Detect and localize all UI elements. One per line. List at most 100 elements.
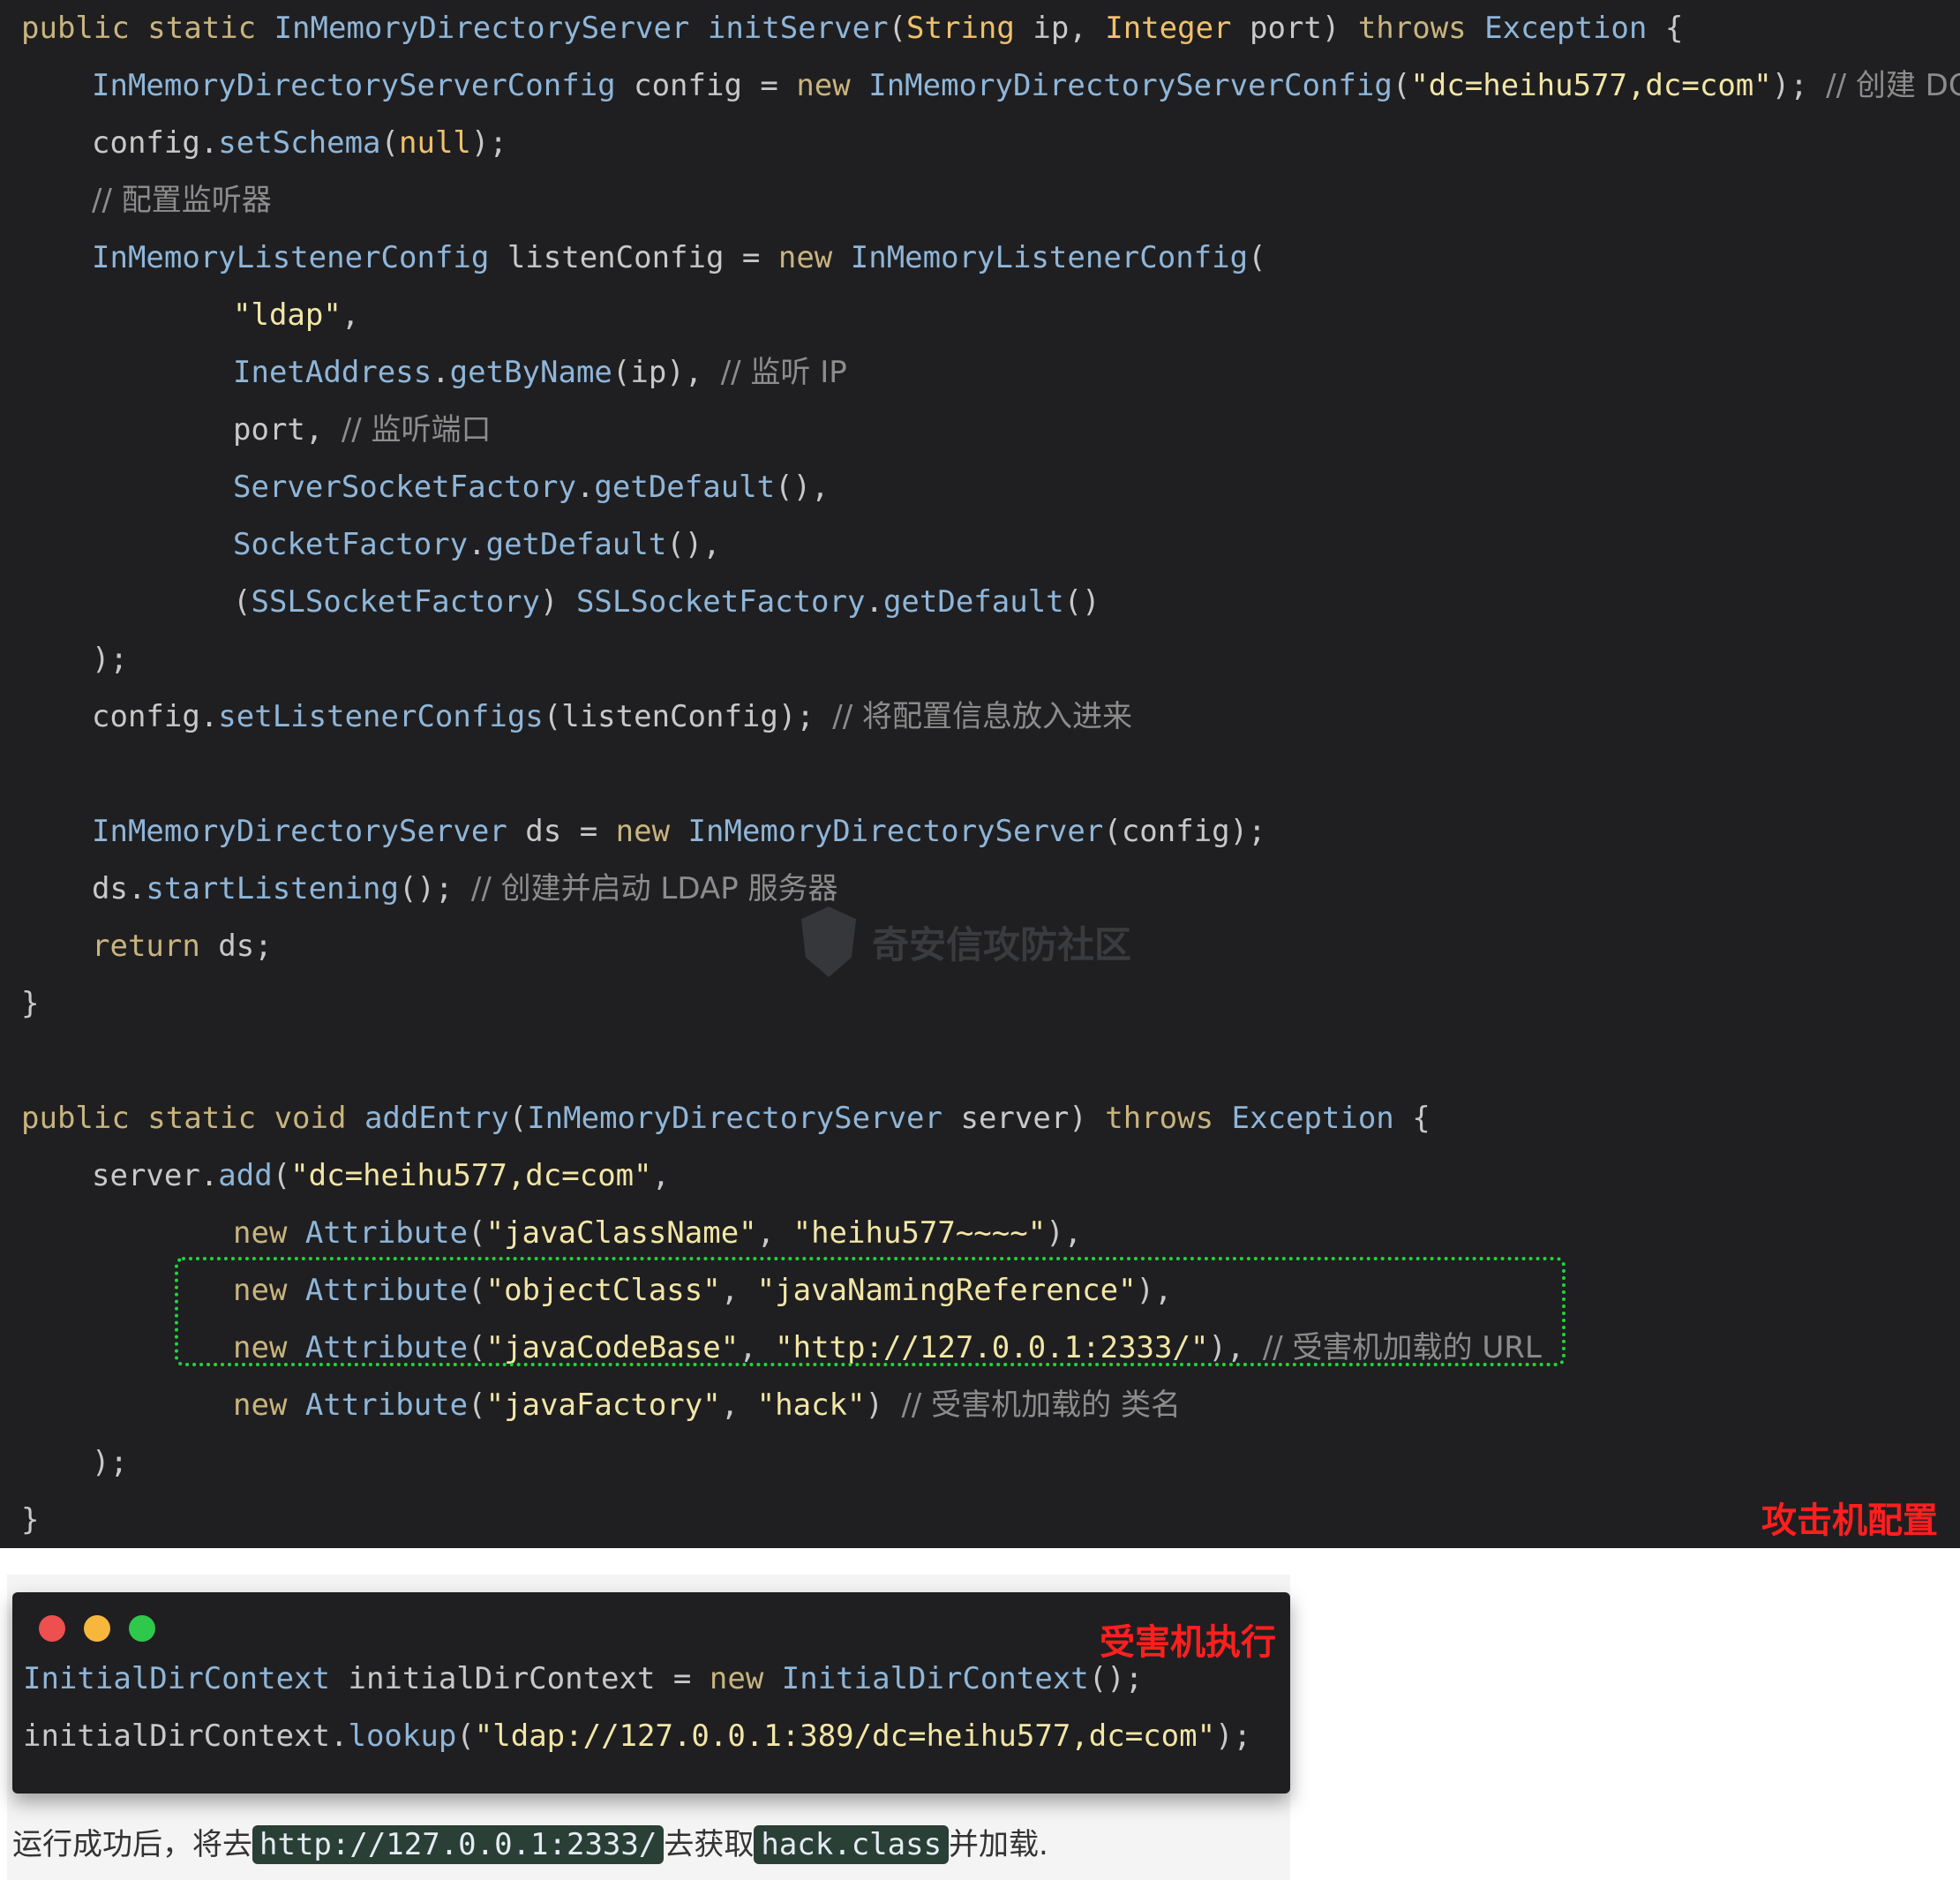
code-token: // 监听端口 <box>341 412 492 447</box>
code-token: Exception <box>1231 1101 1413 1136</box>
minimize-dot-icon[interactable] <box>84 1615 110 1642</box>
code-token: InMemoryListenerConfig <box>850 240 1249 275</box>
desc-suffix: 并加载. <box>949 1827 1048 1862</box>
code-token: ds. <box>92 871 146 906</box>
code-token: ), <box>1046 1215 1083 1251</box>
code-token: server) <box>960 1101 1106 1136</box>
code-token: lookup <box>348 1718 457 1754</box>
code-token: "javaClassName" <box>485 1215 757 1251</box>
code-token: ); <box>1215 1718 1251 1754</box>
code-token: , <box>651 1158 671 1193</box>
code-token: InMemoryListenerConfig <box>92 240 507 275</box>
code-token: } <box>21 986 40 1021</box>
code-token: new <box>709 1661 782 1696</box>
code-token: getDefault <box>882 584 1064 620</box>
code-token: . <box>575 470 595 505</box>
desc-middle: 去获取 <box>664 1827 755 1862</box>
code-token: server. <box>92 1158 219 1193</box>
code-line: ); <box>92 631 128 688</box>
code-token: config. <box>92 699 219 734</box>
code-token: new <box>796 68 869 103</box>
code-token: . <box>468 527 486 562</box>
terminal-line: InitialDirContext initialDirContext = ne… <box>23 1651 1143 1707</box>
code-token: // 创建并启动 LDAP 服务器 <box>470 871 838 906</box>
code-line: // 配置监听器 <box>92 172 272 229</box>
code-token: new <box>777 240 851 275</box>
code-line: SocketFactory.getDefault(), <box>233 516 721 573</box>
code-token: return <box>92 929 219 964</box>
close-dot-icon[interactable] <box>39 1615 65 1642</box>
code-line: server.add("dc=heihu577,dc=com", <box>92 1147 670 1204</box>
code-token: throws <box>1357 11 1485 46</box>
code-token: getByName <box>449 355 612 390</box>
code-token: (ip), <box>612 355 721 390</box>
code-token: , <box>341 297 360 333</box>
code-line: } <box>21 1492 39 1548</box>
code-line: return ds; <box>92 918 273 974</box>
code-token: Attribute <box>304 1215 469 1251</box>
maximize-dot-icon[interactable] <box>129 1615 155 1642</box>
code-token: new <box>233 1387 305 1423</box>
code-token: ( <box>888 11 907 46</box>
code-token: // 监听 IP <box>720 355 847 390</box>
code-token: ( <box>380 125 400 161</box>
code-token: "heihu577~~~~" <box>792 1215 1047 1251</box>
code-token: . <box>865 584 883 620</box>
code-token: // 将配置信息放入进来 <box>832 699 1132 734</box>
code-token: ip, <box>1033 11 1106 46</box>
code-token: "hack" <box>756 1387 866 1423</box>
code-token: config. <box>92 125 219 161</box>
code-token: ) <box>540 584 576 620</box>
code-token: InetAddress <box>233 355 432 390</box>
code-token: ); <box>470 125 507 161</box>
code-token: // 创建 DC <box>1826 68 1960 103</box>
code-line: ServerSocketFactory.getDefault(), <box>233 459 830 515</box>
code-token: ds; <box>218 929 273 964</box>
code-token: SSLSocketFactory <box>575 584 866 620</box>
code-token: // 受害机加载的 类名 <box>901 1387 1181 1423</box>
code-token: InMemoryDirectoryServer <box>687 814 1104 849</box>
code-token: Integer <box>1105 11 1250 46</box>
code-token: ( <box>1248 240 1266 275</box>
code-token: getDefault <box>485 527 667 562</box>
code-token: InMemoryDirectoryServerConfig <box>868 68 1393 103</box>
code-token: { <box>1412 1101 1431 1136</box>
code-token: InMemoryDirectoryServerConfig <box>92 68 635 103</box>
code-token: initialDirContext = <box>348 1661 710 1696</box>
highlight-box <box>175 1257 1566 1366</box>
code-token: "javaFactory" <box>485 1387 721 1423</box>
code-line: "ldap", <box>233 287 359 343</box>
code-line: InetAddress.getByName(ip), // 监听 IP <box>233 344 847 401</box>
code-token: new <box>615 814 688 849</box>
code-token: ( <box>456 1718 475 1754</box>
watermark-text: 奇安信攻防社区 <box>872 922 1132 966</box>
code-token: (); <box>1088 1661 1144 1696</box>
code-token: public static void <box>21 1101 364 1136</box>
code-token: ); <box>92 642 128 677</box>
code-token: { <box>1664 11 1684 46</box>
code-token: public static <box>21 11 274 46</box>
code-token: ds = <box>525 814 616 849</box>
code-token: "dc=heihu577,dc=com" <box>1410 68 1772 103</box>
code-token: } <box>21 1502 40 1538</box>
code-token: initialDirContext. <box>23 1718 349 1754</box>
terminal-line: initialDirContext.lookup("ldap://127.0.0… <box>23 1708 1251 1764</box>
code-token: port, <box>233 412 342 447</box>
code-token: "ldap" <box>233 297 342 333</box>
code-line: new Attribute("javaFactory", "hack") // … <box>233 1377 1181 1433</box>
desc-class-code: hack.class <box>754 1825 950 1864</box>
code-token: port) <box>1250 11 1358 46</box>
code-token: "dc=heihu577,dc=com" <box>290 1158 652 1193</box>
code-token: (listenConfig); <box>543 699 833 734</box>
code-token: setSchema <box>218 125 381 161</box>
code-token: SocketFactory <box>233 527 469 562</box>
code-line: ds.startListening(); // 创建并启动 LDAP 服务器 <box>92 861 838 917</box>
code-token: (), <box>666 527 721 562</box>
code-token: InMemoryDirectoryServer <box>274 11 708 46</box>
code-token: SSLSocketFactory <box>251 584 540 620</box>
code-token: getDefault <box>594 470 776 505</box>
code-token: ( <box>233 584 252 620</box>
code-token: InMemoryDirectoryServer <box>527 1101 961 1136</box>
watermark: 奇安信攻防社区 <box>801 902 1131 981</box>
desc-prefix: 运行成功后，将去 <box>12 1827 252 1862</box>
